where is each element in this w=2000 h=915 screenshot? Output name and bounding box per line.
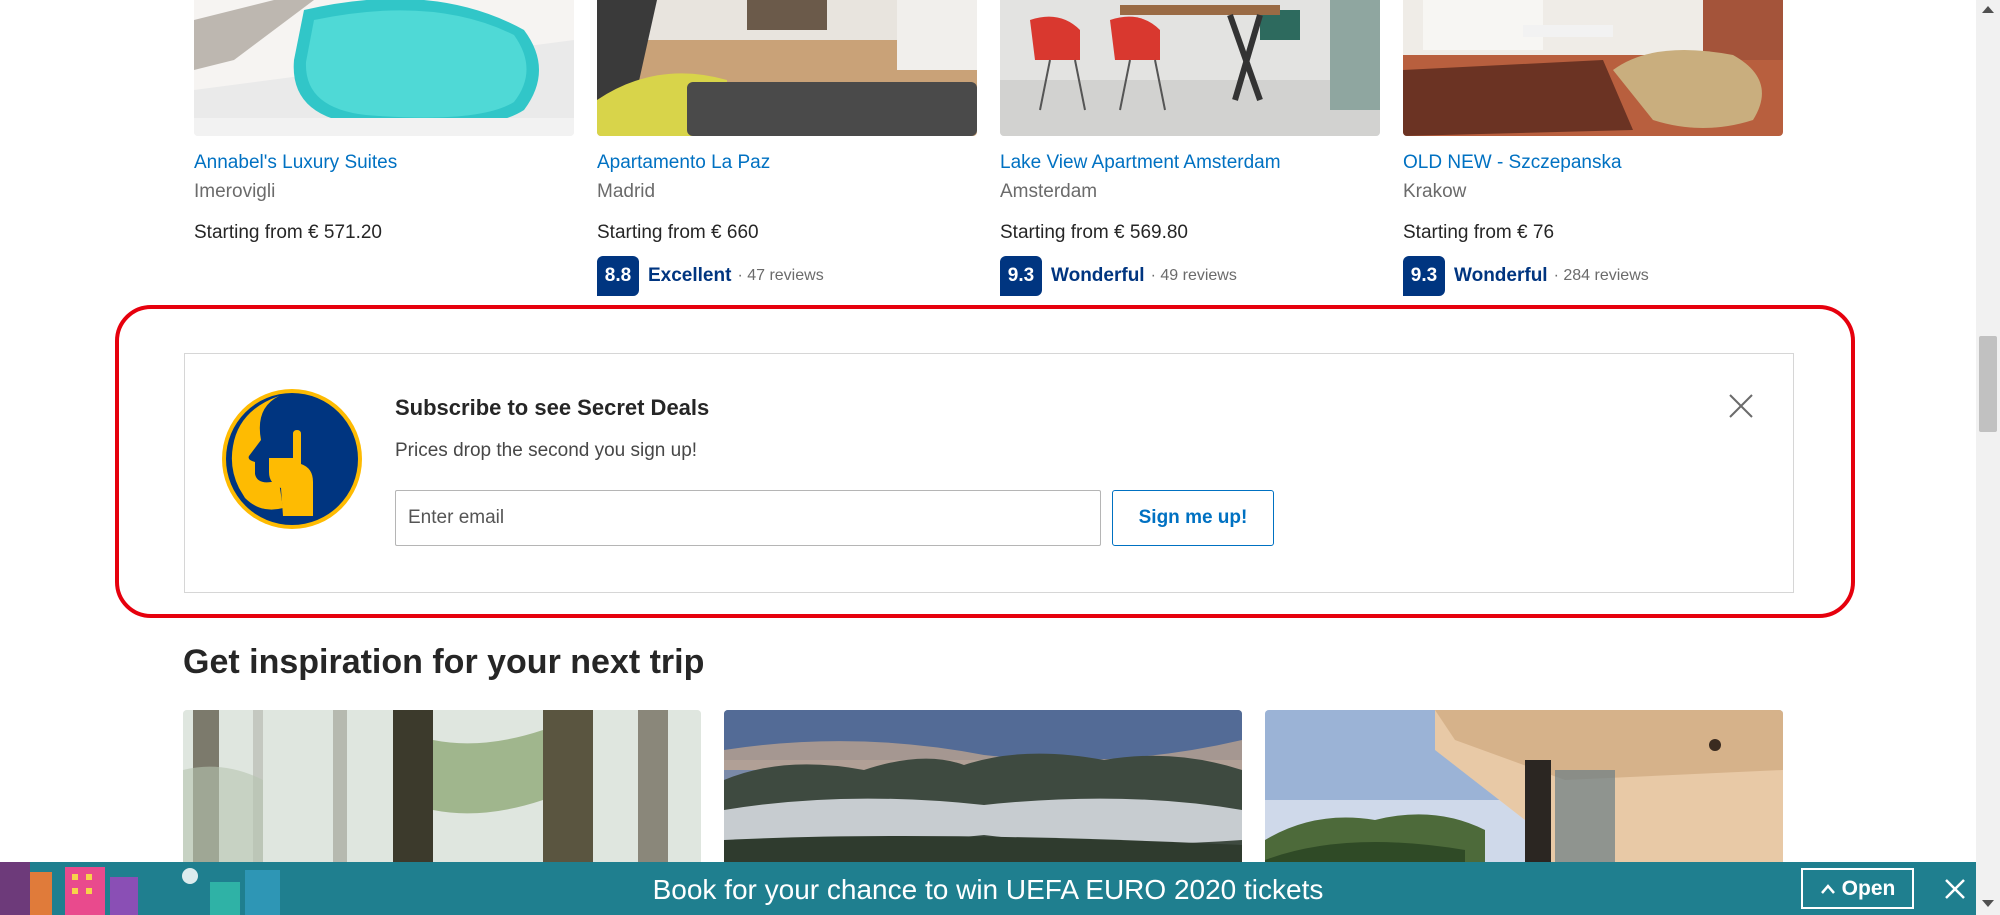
property-photo[interactable] [1403,0,1783,136]
chevron-up-icon [1820,883,1835,894]
property-city: Krakow [1403,181,1467,202]
inspiration-heading: Get inspiration for your next trip [183,643,705,681]
property-price: Starting from € 660 [597,222,759,243]
review-score-word: Wonderful [1454,265,1548,286]
property-photo[interactable] [194,0,574,136]
scrollbar-thumb[interactable] [1979,336,1997,432]
banner-open-label: Open [1841,876,1896,900]
banner-open-button[interactable]: Open [1801,868,1914,909]
secret-deals-subscribe-box: Subscribe to see Secret Deals Prices dro… [184,353,1794,593]
review-rating[interactable]: 9.3 Wonderful · 284 reviews [1403,256,1649,296]
inspiration-card[interactable] [724,710,1242,870]
review-rating[interactable]: 8.8 Excellent · 47 reviews [597,256,824,296]
review-score-word: Excellent [648,265,732,286]
banner-close-icon[interactable] [1944,878,1966,900]
review-rating[interactable]: 9.3 Wonderful · 49 reviews [1000,256,1237,296]
property-photo[interactable] [1000,0,1380,136]
review-count: · 47 reviews [737,267,824,284]
scroll-down-arrow-icon[interactable] [1982,900,1994,907]
secret-deals-icon [221,388,363,530]
property-name[interactable]: OLD NEW - Szczepanska [1403,152,1622,174]
banner-text: Book for your chance to win UEFA EURO 20… [652,874,1324,905]
review-score-word: Wonderful [1051,265,1145,286]
review-count: · 49 reviews [1150,267,1237,284]
review-score-badge: 8.8 [597,256,639,296]
scroll-up-arrow-icon[interactable] [1982,6,1994,13]
page-scrollbar[interactable] [1976,0,2000,915]
inspiration-card[interactable] [183,710,701,870]
property-city: Madrid [597,181,656,202]
inspiration-card[interactable] [1265,710,1783,870]
subscribe-title: Subscribe to see Secret Deals [395,395,710,420]
email-field[interactable] [395,490,1101,546]
subscribe-text: Prices drop the second you sign up! [395,440,698,461]
property-name[interactable]: Annabel's Luxury Suites [194,152,397,174]
property-price: Starting from € 571.20 [194,222,382,243]
property-name[interactable]: Lake View Apartment Amsterdam [1000,152,1281,174]
promo-banner[interactable]: Book for your chance to win UEFA EURO 20… [0,862,1976,915]
property-city: Imerovigli [194,181,276,202]
property-price: Starting from € 76 [1403,222,1555,243]
sign-up-button[interactable]: Sign me up! [1112,490,1274,546]
review-score-badge: 9.3 [1000,256,1042,296]
review-score-badge: 9.3 [1403,256,1445,296]
property-name[interactable]: Apartamento La Paz [597,152,770,174]
property-price: Starting from € 569.80 [1000,222,1188,243]
property-photo[interactable] [597,0,977,136]
review-count: · 284 reviews [1553,267,1649,284]
close-icon[interactable] [1725,390,1757,422]
property-city: Amsterdam [1000,181,1098,202]
